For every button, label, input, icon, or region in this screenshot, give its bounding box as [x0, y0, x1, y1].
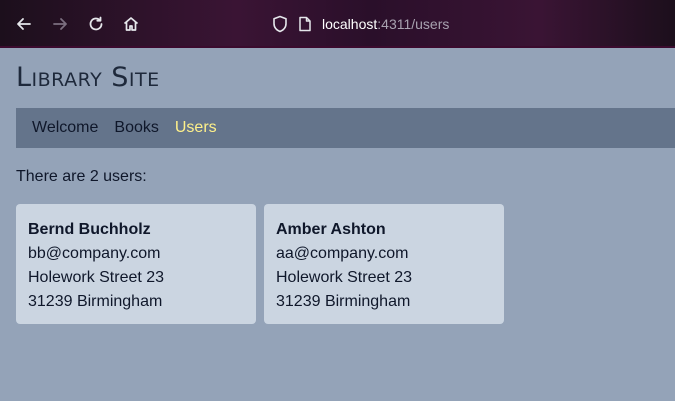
home-icon[interactable] — [119, 12, 143, 36]
user-email: bb@company.com — [28, 245, 161, 262]
forward-arrow-icon[interactable] — [48, 12, 72, 36]
main-nav: Welcome Books Users — [16, 108, 675, 148]
url-text[interactable]: localhost:4311/users — [322, 16, 449, 32]
nav-link-books[interactable]: Books — [114, 119, 158, 137]
site-title: Library Site — [16, 62, 160, 93]
page-icon — [298, 16, 312, 32]
user-count-text: There are 2 users: — [16, 168, 147, 185]
address-bar[interactable]: localhost:4311/users — [272, 13, 449, 35]
user-city: 31239 Birmingham — [276, 293, 411, 310]
url-host: localhost — [322, 16, 378, 32]
page-content: Library Site Welcome Books Users There a… — [0, 48, 675, 401]
url-path: :4311/users — [377, 16, 450, 32]
shield-icon[interactable] — [272, 15, 288, 33]
nav-link-users[interactable]: Users — [175, 119, 217, 137]
user-email: aa@company.com — [276, 245, 409, 262]
back-arrow-icon[interactable] — [12, 12, 36, 36]
user-street: Holework Street 23 — [28, 269, 165, 286]
user-street: Holework Street 23 — [276, 269, 413, 286]
user-name: Bernd Buchholz — [28, 221, 151, 238]
user-card: Amber Ashton aa@company.com Holework Str… — [264, 204, 504, 324]
nav-link-welcome[interactable]: Welcome — [32, 119, 98, 137]
reload-icon[interactable] — [84, 12, 108, 36]
user-card: Bernd Buchholz bb@company.com Holework S… — [16, 204, 256, 324]
browser-toolbar: localhost:4311/users — [0, 0, 675, 48]
user-city: 31239 Birmingham — [28, 293, 163, 310]
user-name: Amber Ashton — [276, 221, 386, 238]
